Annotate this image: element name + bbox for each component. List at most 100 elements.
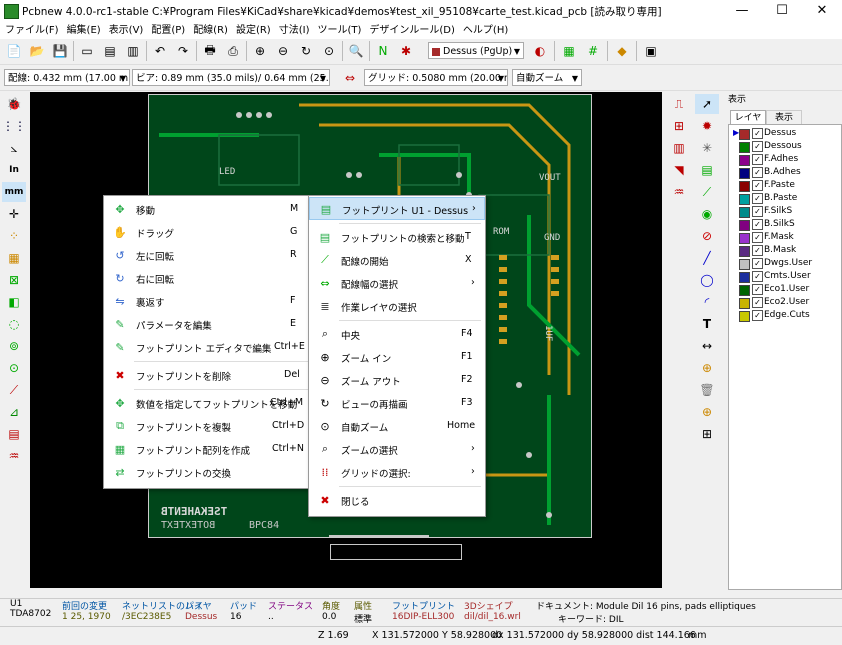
microwave-icon[interactable]: ♒: [667, 182, 691, 202]
layer-visibility-checkbox[interactable]: ✓: [752, 297, 763, 308]
track-mode-icon[interactable]: ◥: [667, 160, 691, 180]
grid-select[interactable]: グリッド: 0.5080 mm (20.00 mils)▼: [364, 69, 508, 86]
layer-row[interactable]: ✓ Edge.Cuts: [733, 309, 842, 322]
menu-item-track-width[interactable]: ⇔ 配線幅の選択 ›: [309, 272, 485, 295]
layer-color-swatch[interactable]: [739, 142, 750, 153]
menu-item-duplicate[interactable]: ⧉ フットプリントを複製 Ctrl+D: [104, 415, 314, 438]
layer-row[interactable]: ✓ Dwgs.User: [733, 257, 842, 270]
layer-color-swatch[interactable]: [739, 233, 750, 244]
select-arrow-icon[interactable]: ➚: [695, 94, 719, 114]
menu-view[interactable]: 表示(V): [106, 22, 147, 39]
local-ratsnest-icon[interactable]: ⊞: [667, 116, 691, 136]
zoom-fit-icon[interactable]: ⊙: [319, 41, 339, 61]
drc-icon[interactable]: ✱: [396, 41, 416, 61]
menu-item-move[interactable]: ✥ 移動 M: [104, 198, 314, 221]
layer-visibility-checkbox[interactable]: ✓: [752, 167, 763, 178]
layer-row[interactable]: ✓ B.SilkS: [733, 218, 842, 231]
footprint-viewer-icon[interactable]: ▥: [123, 41, 143, 61]
layer-color-swatch[interactable]: [739, 220, 750, 231]
layer-visibility-checkbox[interactable]: ✓: [752, 154, 763, 165]
menu-item-delete[interactable]: ✖ フットプリントを削除 Del: [104, 364, 314, 387]
new-board-icon[interactable]: 📄: [4, 41, 24, 61]
layers-manager-icon[interactable]: ▤: [2, 424, 26, 444]
zone-outline-icon[interactable]: ◌: [2, 314, 26, 334]
pad-sketch-icon[interactable]: ⊚: [2, 336, 26, 356]
menu-dimensions[interactable]: 寸法(I): [276, 22, 313, 39]
close-button[interactable]: ✕: [802, 0, 842, 22]
add-dimension-icon[interactable]: ↔: [695, 336, 719, 356]
tab-render[interactable]: 表示: [766, 110, 802, 125]
track-width-select[interactable]: 配線: 0.432 mm (17.00 mils) *▼: [4, 69, 130, 86]
menu-item-flip[interactable]: ⇋ 裏返す F: [104, 290, 314, 313]
layer-visibility-checkbox[interactable]: ✓: [752, 232, 763, 243]
print-icon[interactable]: 🖶: [200, 41, 220, 61]
layer-row[interactable]: ✓ Eco1.User: [733, 283, 842, 296]
autoplace-icon[interactable]: ▦: [559, 41, 579, 61]
units-mm-icon[interactable]: mm: [2, 182, 26, 202]
units-inch-icon[interactable]: In: [2, 160, 26, 180]
menu-place[interactable]: 配置(P): [148, 22, 188, 39]
menu-preferences[interactable]: 設定(R): [233, 22, 274, 39]
ratsnest-show-icon[interactable]: ✳: [695, 138, 719, 158]
page-settings-icon[interactable]: ▭: [77, 41, 97, 61]
layer-color-swatch[interactable]: [739, 311, 750, 322]
minimize-button[interactable]: —: [722, 0, 762, 22]
plot-icon[interactable]: ⎙: [223, 41, 243, 61]
zoom-in-icon[interactable]: ⊕: [250, 41, 270, 61]
layer-color-swatch[interactable]: [739, 298, 750, 309]
delete-tool-icon[interactable]: 🗑: [695, 380, 719, 400]
module-ratsnest-icon[interactable]: ▦: [2, 248, 26, 268]
module-mode-icon[interactable]: ▥: [667, 138, 691, 158]
menu-route[interactable]: 配線(R): [190, 22, 231, 39]
layer-visibility-checkbox[interactable]: ✓: [752, 258, 763, 269]
ratsnest-icon[interactable]: ⁘: [2, 226, 26, 246]
menu-item-footprint-editor[interactable]: ✎ フットプリント エディタで編集 Ctrl+E: [104, 336, 314, 359]
grid-toggle-icon[interactable]: ⋮⋮: [2, 116, 26, 136]
grid-origin-icon[interactable]: ⊞: [695, 424, 719, 444]
add-footprint-icon[interactable]: ▤: [695, 160, 719, 180]
add-target-icon[interactable]: ⊕: [695, 358, 719, 378]
menu-help[interactable]: ヘルプ(H): [460, 22, 511, 39]
menu-item-redraw[interactable]: ↻ ビューの再描画 F3: [309, 392, 485, 415]
highlight-net-icon[interactable]: ⎍: [667, 94, 691, 114]
add-line-icon[interactable]: ╱: [695, 248, 719, 268]
redraw-icon[interactable]: ↻: [296, 41, 316, 61]
menu-item-move-exact[interactable]: ✥ 数値を指定してフットプリントを移動 Ctrl+M: [104, 392, 314, 415]
layer-color-swatch[interactable]: [739, 246, 750, 257]
add-text-icon[interactable]: T: [695, 314, 719, 334]
menu-item-rotate-left[interactable]: ↺ 左に回転 R: [104, 244, 314, 267]
layer-color-swatch[interactable]: [739, 285, 750, 296]
layer-color-swatch[interactable]: [739, 272, 750, 283]
layer-visibility-checkbox[interactable]: ✓: [752, 284, 763, 295]
menu-item-footprint-u1[interactable]: ▤ フットプリント U1 - Dessus ›: [309, 197, 485, 220]
tab-layers[interactable]: レイヤ: [730, 110, 766, 125]
menu-item-begin-track[interactable]: ⟋ 配線の開始 X: [309, 249, 485, 272]
zone-fill-icon[interactable]: ◧: [2, 292, 26, 312]
zoom-out-icon[interactable]: ⊖: [273, 41, 293, 61]
layer-row[interactable]: ✓ B.Adhes: [733, 166, 842, 179]
layer-color-swatch[interactable]: [739, 207, 750, 218]
find-icon[interactable]: 🔍: [346, 41, 366, 61]
add-track-icon[interactable]: ⟋: [695, 182, 719, 202]
layer-pair-icon[interactable]: ◐: [530, 41, 550, 61]
layer-row[interactable]: ✓ F.SilkS: [733, 205, 842, 218]
add-arc-icon[interactable]: ◜: [695, 292, 719, 312]
maximize-button[interactable]: ☐: [762, 0, 802, 22]
menu-item-find-move[interactable]: ▤ フットプリントの検索と移動 T: [309, 226, 485, 249]
auto-track-width-icon[interactable]: ⇔: [340, 68, 360, 88]
menu-item-rotate-right[interactable]: ↻ 右に回転: [104, 267, 314, 290]
add-keepout-icon[interactable]: ⊘: [695, 226, 719, 246]
menu-file[interactable]: ファイル(F): [2, 22, 62, 39]
netlist-icon[interactable]: N: [373, 41, 393, 61]
via-size-select[interactable]: ビア: 0.89 mm (35.0 mils)/ 0.64 mm (25.0 m…: [132, 69, 330, 86]
layer-visibility-checkbox[interactable]: ✓: [752, 180, 763, 191]
menu-item-working-layer[interactable]: ≣ 作業レイヤの選択: [309, 295, 485, 318]
layer-color-swatch[interactable]: [739, 181, 750, 192]
layer-color-swatch[interactable]: [739, 155, 750, 166]
undo-icon[interactable]: ↶: [150, 41, 170, 61]
menu-edit[interactable]: 編集(E): [64, 22, 104, 39]
freeroute-icon[interactable]: ◆: [612, 41, 632, 61]
menu-item-array[interactable]: ▦ フットプリント配列を作成 Ctrl+N: [104, 438, 314, 461]
auto-delete-track-icon[interactable]: ⊠: [2, 270, 26, 290]
footprint-editor-icon[interactable]: ▤: [100, 41, 120, 61]
